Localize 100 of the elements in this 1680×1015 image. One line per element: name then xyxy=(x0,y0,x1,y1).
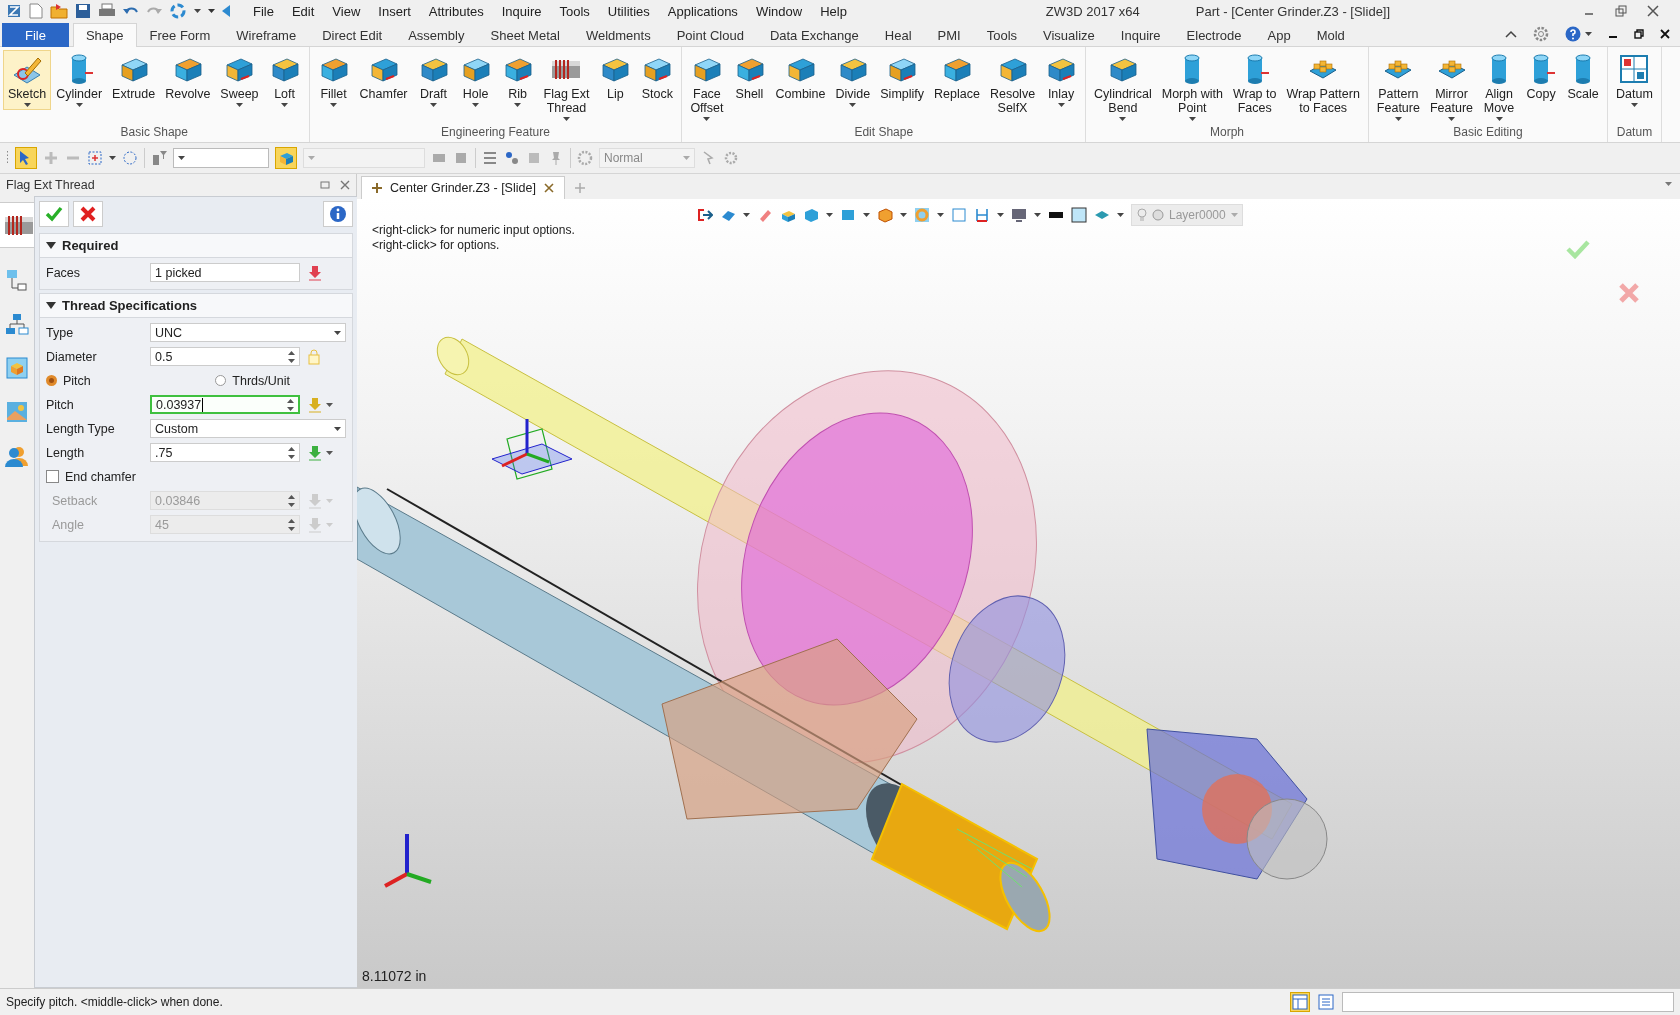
ribbon-tab[interactable]: Point Cloud xyxy=(663,23,757,47)
spinner-field[interactable]: 0.03937 xyxy=(150,395,300,414)
app-logo-icon[interactable] xyxy=(6,3,22,19)
spinner-field[interactable]: .75 xyxy=(150,443,300,462)
dimension-icon[interactable] xyxy=(974,207,990,223)
lasso-icon[interactable] xyxy=(122,150,138,166)
open-folder-icon[interactable] xyxy=(50,3,68,19)
checkbox[interactable]: End chamfer xyxy=(46,469,136,484)
cross-icon[interactable] xyxy=(1618,282,1640,304)
ribbon-tab[interactable]: App xyxy=(1254,23,1304,47)
ribbon-button[interactable]: Replace xyxy=(929,50,985,104)
ribbon-button[interactable]: Sketch xyxy=(3,50,52,110)
assembly-tree-icon[interactable] xyxy=(5,268,29,292)
help-icon[interactable] xyxy=(1565,26,1581,42)
menu-item[interactable]: Help xyxy=(813,2,854,20)
ribbon-button[interactable]: Resolve SelfX xyxy=(984,50,1041,118)
ribbon-button[interactable]: Face Offset xyxy=(685,50,729,124)
ribbon-button[interactable]: Wrap to Faces xyxy=(1227,50,1282,118)
pick-arrow-icon[interactable] xyxy=(308,444,322,461)
ribbon-button[interactable]: Datum xyxy=(1611,50,1658,110)
user-icon[interactable] xyxy=(5,444,29,468)
filter-dropdown[interactable] xyxy=(173,148,269,168)
new-file-icon[interactable] xyxy=(29,3,43,19)
pick-arrow-icon[interactable] xyxy=(308,396,322,413)
monitor-icon[interactable] xyxy=(1011,207,1027,223)
ribbon-tab[interactable]: Direct Edit xyxy=(309,23,396,47)
ribbon-tab[interactable]: Assembly xyxy=(395,23,478,47)
triangle-icon[interactable] xyxy=(222,5,230,17)
check-icon[interactable] xyxy=(1566,239,1590,259)
info-button[interactable] xyxy=(323,201,353,227)
command-input-field[interactable] xyxy=(1342,992,1674,1012)
ribbon-button[interactable]: Pattern Feature xyxy=(1371,50,1425,124)
ribbon-button[interactable]: Flag Ext Thread xyxy=(538,50,595,124)
spinner-arrows-icon[interactable] xyxy=(288,446,295,459)
ribbon-button[interactable]: Hole xyxy=(454,50,497,110)
ribbon-button[interactable]: Scale xyxy=(1562,50,1605,104)
toggle-button[interactable] xyxy=(1290,992,1310,1012)
pick-arrow-icon[interactable] xyxy=(308,264,322,281)
radio-button[interactable]: Thrds/Unit xyxy=(215,373,290,388)
cube-icon[interactable] xyxy=(803,207,819,223)
menu-item[interactable]: Edit xyxy=(284,2,322,20)
menu-item[interactable]: Inquire xyxy=(494,2,549,20)
ribbon-tab[interactable]: File xyxy=(2,23,69,47)
exit-icon[interactable] xyxy=(697,207,713,223)
dock-icon[interactable] xyxy=(320,180,330,190)
ribbon-tab[interactable]: Inquire xyxy=(1107,23,1174,47)
spinner-field[interactable]: 0.5 xyxy=(150,347,300,366)
ribbon-tab[interactable]: Heal xyxy=(871,23,925,47)
box-select-icon[interactable] xyxy=(87,150,103,166)
dropdown[interactable]: UNC xyxy=(150,323,346,342)
ribbon-tab[interactable]: Tools xyxy=(973,23,1031,47)
document-tab[interactable]: Center Grinder.Z3 - [Slide] xyxy=(361,176,565,199)
ribbon-button[interactable]: Morph with Point xyxy=(1156,50,1228,124)
close-icon[interactable] xyxy=(1660,29,1670,39)
settings-icon[interactable] xyxy=(1533,26,1549,42)
ribbon-button[interactable]: Cylinder xyxy=(51,50,108,110)
ribbon-button[interactable]: Sweep xyxy=(215,50,264,110)
ribbon-button[interactable]: Align Move xyxy=(1478,50,1521,124)
eraser-icon[interactable] xyxy=(757,207,773,223)
ribbon-button[interactable]: Loft xyxy=(263,50,306,110)
gear-icon[interactable] xyxy=(577,150,593,166)
print-icon[interactable] xyxy=(98,3,116,19)
color-swatch-icon[interactable] xyxy=(1071,207,1087,223)
section-header[interactable]: Required xyxy=(40,234,352,258)
collapse-ribbon-icon[interactable] xyxy=(1505,30,1517,38)
refresh-icon[interactable] xyxy=(169,2,187,20)
ribbon-tab[interactable]: Mold xyxy=(1303,23,1358,47)
menu-item[interactable]: Attributes xyxy=(421,2,491,20)
menu-item[interactable]: Window xyxy=(748,2,810,20)
ribbon-tab[interactable]: Visualize xyxy=(1030,23,1108,47)
ribbon-button[interactable]: Combine xyxy=(770,50,831,104)
ribbon-button[interactable]: Divide xyxy=(830,50,876,110)
ok-button[interactable] xyxy=(39,201,69,227)
ribbon-tab[interactable]: Electrode xyxy=(1173,23,1255,47)
new-tab-icon[interactable] xyxy=(574,183,585,193)
radio-button[interactable]: Pitch xyxy=(46,373,91,388)
ribbon-tab[interactable]: Sheet Metal xyxy=(477,23,573,47)
ribbon-button[interactable]: Inlay xyxy=(1040,50,1083,110)
hierarchy-icon[interactable] xyxy=(5,312,29,336)
ribbon-tab[interactable]: Data Exchange xyxy=(756,23,872,47)
cancel-button[interactable] xyxy=(73,201,103,227)
add-icon[interactable] xyxy=(43,150,59,166)
part-window-icon[interactable] xyxy=(5,356,29,380)
ribbon-tab[interactable]: Weldments xyxy=(572,23,664,47)
cube-icon[interactable] xyxy=(877,207,893,223)
ribbon-button[interactable]: Mirror Feature xyxy=(1424,50,1479,124)
ring-icon[interactable] xyxy=(914,207,930,223)
list-icon[interactable] xyxy=(1318,994,1334,1010)
ribbon-button[interactable]: Shell xyxy=(728,50,771,104)
ribbon-tab[interactable]: Wireframe xyxy=(223,23,310,47)
gear-icon[interactable] xyxy=(723,150,739,166)
ribbon-tab[interactable]: Shape xyxy=(72,23,137,47)
ribbon-tab[interactable]: PMI xyxy=(924,23,974,47)
ribbon-button[interactable]: Wrap Pattern to Faces xyxy=(1281,50,1365,118)
ribbon-button[interactable]: Extrude xyxy=(107,50,161,104)
close-icon[interactable] xyxy=(1646,4,1660,18)
spinner-arrows-icon[interactable] xyxy=(288,350,295,363)
menu-item[interactable]: File xyxy=(246,2,281,20)
spinner-arrows-icon[interactable] xyxy=(287,398,294,411)
dropdown[interactable]: Custom xyxy=(150,419,346,438)
